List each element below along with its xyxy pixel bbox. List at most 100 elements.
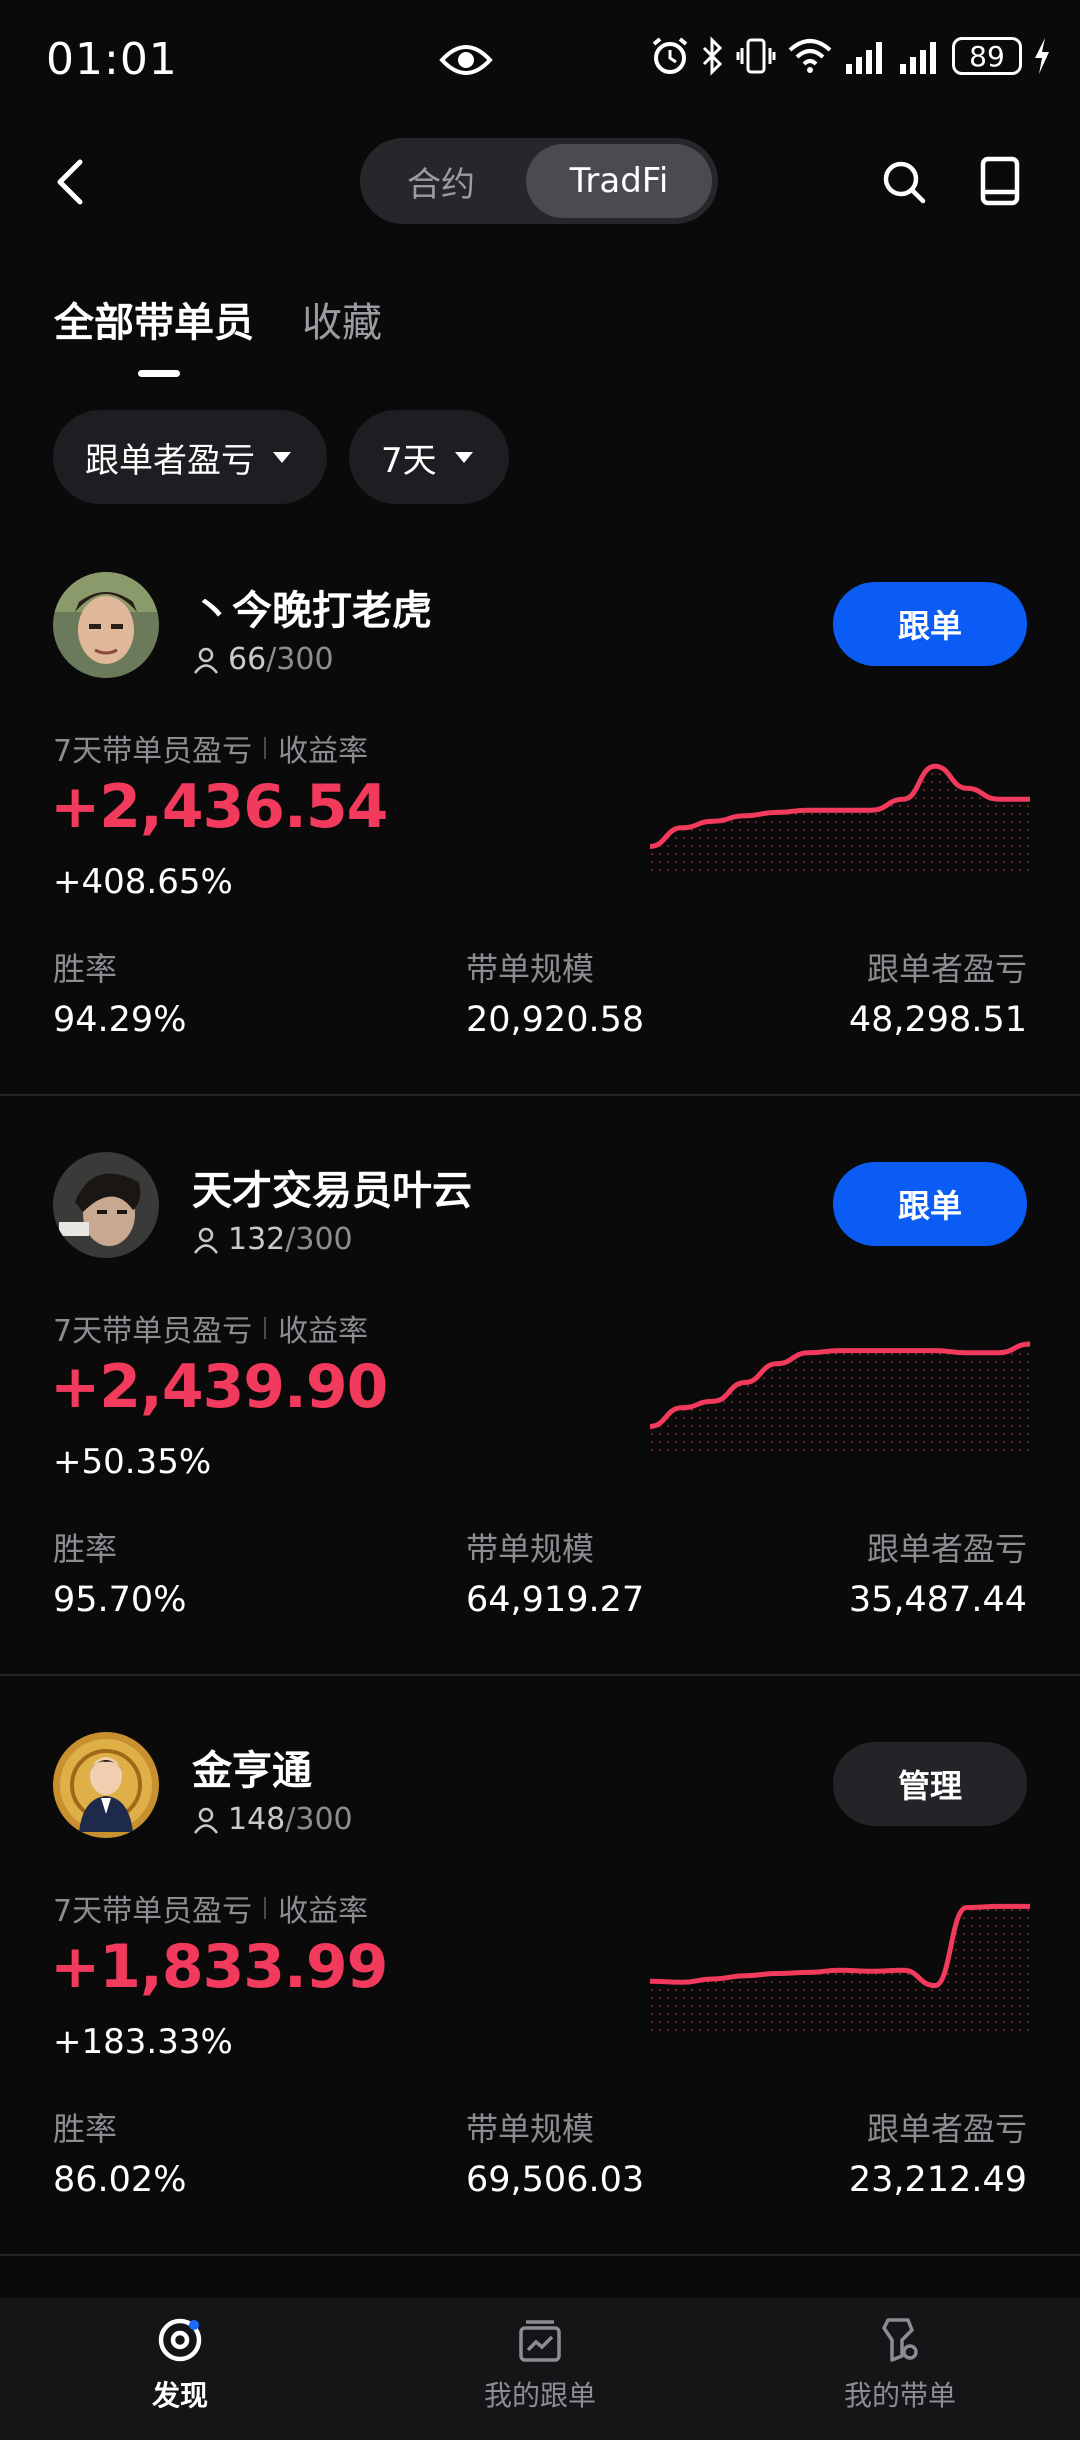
- back-button[interactable]: [48, 154, 92, 210]
- eye-icon: [438, 40, 494, 84]
- avatar: [53, 572, 159, 678]
- chevron-left-icon: [57, 159, 83, 205]
- tab-all-traders[interactable]: 全部带单员: [54, 290, 254, 348]
- roi-label: 收益率: [278, 734, 369, 769]
- scale-stat: 带单规模 20,920.58: [466, 944, 644, 1040]
- segment-tradfi[interactable]: TradFi: [526, 144, 712, 218]
- period-filter-dropdown[interactable]: 7天: [349, 410, 509, 504]
- divider: [0, 1674, 1080, 1676]
- pnl-label-row: 7天带单员盈亏 收益率: [53, 1886, 368, 1930]
- sparkline-area: [650, 766, 1030, 872]
- user-icon: [193, 1227, 219, 1254]
- nav-discover-label: 发现: [151, 2379, 208, 2412]
- roi-value: +50.35%: [53, 1442, 212, 1482]
- caret-down-icon: [273, 451, 291, 463]
- win-rate-value: 86.02%: [53, 2160, 187, 2200]
- win-rate-label: 胜率: [53, 1530, 118, 1568]
- win-rate-value: 95.70%: [53, 1580, 187, 1620]
- scale-label: 带单规模: [466, 950, 595, 988]
- win-rate-label: 胜率: [53, 2110, 118, 2148]
- lead-trades-icon: [882, 2318, 918, 2362]
- follower-pnl-stat: 跟单者盈亏 23,212.49: [849, 2104, 1027, 2200]
- segment-contracts[interactable]: 合约: [366, 144, 516, 218]
- label-separator: [264, 737, 267, 759]
- bluetooth-icon: [700, 36, 726, 76]
- filter-bar: 跟单者盈亏 7天: [53, 410, 509, 504]
- pnl-label: 7天带单员盈亏: [53, 734, 253, 769]
- book-icon: [980, 156, 1020, 206]
- signal-icon: [844, 36, 888, 76]
- user-icon: [193, 1807, 219, 1834]
- follow-button[interactable]: 跟单: [833, 1162, 1027, 1246]
- pnl-sparkline: [650, 763, 1030, 872]
- follower-pnl-label: 跟单者盈亏: [866, 2110, 1027, 2148]
- scale-value: 64,919.27: [466, 1580, 645, 1620]
- win-rate-label: 胜率: [53, 950, 118, 988]
- vibrate-icon: [736, 36, 776, 76]
- tab-favorites[interactable]: 收藏: [302, 290, 382, 348]
- win-rate-stat: 胜率 86.02%: [53, 2104, 186, 2200]
- charging-icon: [1032, 36, 1052, 76]
- pnl-label-row: 7天带单员盈亏 收益率: [53, 1306, 368, 1350]
- search-icon: [883, 161, 926, 204]
- guide-button[interactable]: [980, 156, 1020, 206]
- follower-pnl-label: 跟单者盈亏: [866, 1530, 1027, 1568]
- market-segmented-control: 合约 TradFi: [360, 138, 718, 224]
- battery-indicator: 89: [952, 37, 1022, 75]
- scale-stat: 带单规模 69,506.03: [466, 2104, 644, 2200]
- label-separator: [264, 1897, 267, 1919]
- roi-label: 收益率: [278, 1894, 369, 1929]
- nav-my-copy-trades[interactable]: 我的跟单: [440, 2316, 640, 2414]
- follower-pnl-stat: 跟单者盈亏 48,298.51: [849, 944, 1027, 1040]
- followers-current: 66: [228, 642, 267, 677]
- pnl-label: 7天带单员盈亏: [53, 1314, 253, 1349]
- roi-label: 收益率: [278, 1314, 369, 1349]
- followers-current: 132: [228, 1222, 286, 1257]
- period-filter-label: 7天: [381, 440, 437, 481]
- followers-current: 148: [228, 1802, 286, 1837]
- follower-count: 148/300: [192, 1802, 353, 1837]
- follow-button[interactable]: 跟单: [833, 582, 1027, 666]
- trader-card[interactable]: 丶今晚打老虎 66/300 跟单 7天带单员盈亏 收益率 +2,436.54 +…: [0, 572, 1080, 1152]
- search-button[interactable]: [880, 158, 928, 206]
- scale-stat: 带单规模 64,919.27: [466, 1524, 644, 1620]
- trader-name: 金亨通: [192, 1748, 312, 1794]
- status-bar: 01:01 89: [0, 0, 1080, 120]
- trader-card[interactable]: 金亨通 148/300 管理 7天带单员盈亏 收益率 +1,833.99 +18…: [0, 1732, 1080, 2312]
- nav-my-copy-trades-label: 我的跟单: [483, 2379, 596, 2412]
- screen: 01:01 89 合约 TradFi 全部带单员 收藏 跟单者盈亏 7天 丶今晚…: [0, 0, 1080, 2440]
- nav-my-lead-trades[interactable]: 我的带单: [800, 2316, 1000, 2414]
- nav-my-lead-trades-label: 我的带单: [843, 2379, 956, 2412]
- nav-discover[interactable]: 发现: [80, 2316, 280, 2414]
- follower-pnl-value: 48,298.51: [848, 1000, 1027, 1040]
- user-icon: [193, 647, 219, 674]
- manage-button[interactable]: 管理: [833, 1742, 1027, 1826]
- scale-value: 69,506.03: [466, 2160, 645, 2200]
- nav-header: 合约 TradFi: [0, 130, 1080, 230]
- followers-max: /300: [266, 642, 334, 677]
- win-rate-stat: 胜率 95.70%: [53, 1524, 186, 1620]
- divider: [0, 2254, 1080, 2256]
- pnl-label: 7天带单员盈亏: [53, 1894, 253, 1929]
- pnl-label-row: 7天带单员盈亏 收益率: [53, 726, 368, 770]
- pnl-value: +2,439.90: [50, 1352, 388, 1422]
- follower-count: 132/300: [192, 1222, 353, 1257]
- sort-filter-dropdown[interactable]: 跟单者盈亏: [53, 410, 327, 504]
- wifi-icon: [786, 36, 834, 76]
- follower-pnl-value: 23,212.49: [848, 2160, 1027, 2200]
- scale-label: 带单规模: [466, 1530, 595, 1568]
- scale-label: 带单规模: [466, 2110, 595, 2148]
- avatar: [53, 1152, 159, 1258]
- trader-card[interactable]: 天才交易员叶云 132/300 跟单 7天带单员盈亏 收益率 +2,439.90…: [0, 1152, 1080, 1732]
- signal-icon-2: [898, 36, 942, 76]
- alarm-icon: [650, 36, 690, 76]
- follower-pnl-label: 跟单者盈亏: [866, 950, 1027, 988]
- follower-pnl-stat: 跟单者盈亏 35,487.44: [849, 1524, 1027, 1620]
- follower-count: 66/300: [192, 642, 334, 677]
- scale-value: 20,920.58: [466, 1000, 645, 1040]
- win-rate-stat: 胜率 94.29%: [53, 944, 186, 1040]
- status-icons: 89: [650, 36, 1052, 76]
- trader-name: 天才交易员叶云: [192, 1168, 472, 1214]
- avatar: [53, 1732, 159, 1838]
- active-tab-indicator: [138, 370, 180, 377]
